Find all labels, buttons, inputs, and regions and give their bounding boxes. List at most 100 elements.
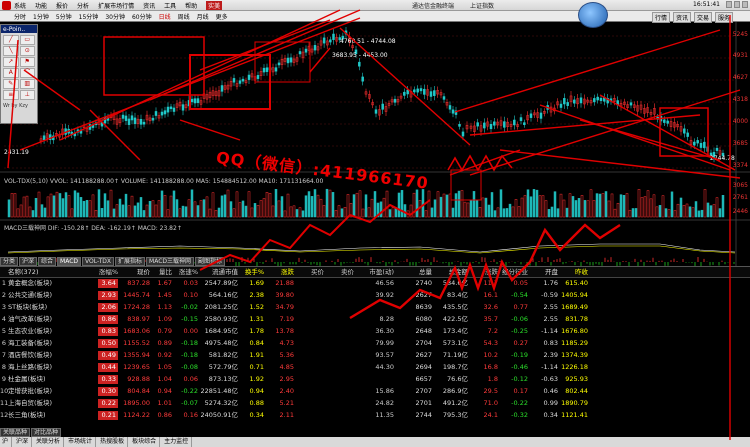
indicator-tab[interactable]: 沪深 — [19, 257, 38, 266]
menu-item[interactable]: 扩展市场行情 — [98, 1, 134, 10]
table-cell: 0.49 — [88, 350, 118, 362]
table-row[interactable]: 1 黄金概念(板块) 3.64 837.28 1.67 0.03 2547.89亿 1.69 2… — [0, 278, 750, 290]
menu-item[interactable]: 系统 — [14, 1, 26, 10]
palette-tool[interactable]: ✎ — [3, 79, 19, 89]
indicator-tab[interactable]: 扩展指标 — [115, 257, 146, 266]
volume-bar — [211, 192, 215, 218]
kline-chart[interactable]: 5245 4931 4627 4318 4000 3685 3374 3065 2761 2446… — [0, 22, 750, 270]
volume-bar — [418, 200, 422, 218]
period-button[interactable]: 5分钟 — [56, 12, 72, 21]
table-row[interactable]: 5 生态农业(板块) 0.83 1683.06 0.79 0.00 1684.95亿 1.78… — [0, 326, 750, 338]
column-header[interactable]: 涨幅% — [88, 267, 118, 277]
column-header[interactable]: 换手% — [238, 267, 264, 277]
palette-tool[interactable]: A — [3, 68, 19, 78]
table-cell: 1.31 — [238, 314, 264, 326]
status-item[interactable]: 热搜股板 — [100, 437, 129, 447]
table-cell: 6657 — [394, 374, 432, 386]
menu-item[interactable]: 工具 — [164, 1, 176, 10]
period-button[interactable]: 分时 — [14, 12, 26, 21]
candle-body — [413, 89, 416, 93]
column-header[interactable]: 总金额 — [432, 267, 469, 277]
column-header[interactable]: 涨跌 — [468, 267, 498, 277]
column-header[interactable]: 名称(372) — [8, 267, 88, 277]
column-header[interactable]: 细分行业 — [498, 267, 528, 277]
palette-tool[interactable]: ╱ — [3, 35, 19, 45]
column-header[interactable]: 涨速% — [172, 267, 198, 277]
status-item[interactable]: 关联分析 — [36, 437, 65, 447]
indicator-tab[interactable]: 分类 — [0, 257, 19, 266]
cell-value: 2694 — [415, 363, 432, 371]
palette-tool[interactable]: ⊙ — [19, 46, 35, 56]
column-header[interactable]: 涨跌 — [264, 267, 294, 277]
column-header[interactable]: 昨收 — [558, 267, 588, 277]
period-button[interactable]: 30分钟 — [105, 12, 125, 21]
period-button[interactable]: 日线 — [159, 12, 171, 21]
column-header[interactable]: 市盈(动) — [354, 267, 394, 277]
table-row[interactable]: 2 公共交通(板块) 2.93 1445.74 1.45 0.10 564.16亿 2.38 3… — [0, 290, 750, 302]
period-button[interactable]: 月线 — [197, 12, 209, 21]
price-note-2: 4760.51 - 4744.08 — [340, 38, 396, 45]
status-item[interactable]: 沪 — [2, 437, 13, 447]
table-row[interactable]: 12 长三角(板块) 0.21 1124.22 0.86 0.16 24050.91亿 0.3… — [0, 410, 750, 422]
palette-tool[interactable]: ▥ — [19, 79, 35, 89]
table-row[interactable]: 10 定增获批(板块) 0.30 804.84 0.94 -0.22 22851.48亿 0.… — [0, 386, 750, 398]
minimize-icon[interactable] — [726, 1, 732, 8]
column-header[interactable]: 量比 — [150, 267, 172, 277]
menu-item[interactable]: 功能 — [35, 1, 47, 10]
period-button[interactable]: 更多 — [216, 12, 228, 21]
bottom-tab[interactable]: 对比品种 — [31, 428, 62, 437]
candle-body — [429, 91, 433, 97]
column-header[interactable]: 流通市值 — [198, 267, 238, 277]
palette-tool[interactable]: ⌒ — [19, 68, 35, 78]
menu-item[interactable]: 报价 — [56, 1, 68, 10]
menu-item[interactable]: 帮助 — [185, 1, 197, 10]
column-header[interactable]: 总量 — [394, 267, 432, 277]
period-button[interactable]: 60分钟 — [132, 12, 152, 21]
table-row[interactable]: 9 杜金属(板块) 0.33 928.88 1.04 0.06 873.13亿 1.92 2.9… — [0, 374, 750, 386]
column-header[interactable]: 现价 — [118, 267, 150, 277]
palette-tool[interactable]: ≡ — [3, 90, 19, 100]
table-row[interactable]: 4 油气改革(板块) 0.86 838.97 1.09 -0.15 2580.93亿 1.31… — [0, 314, 750, 326]
period-button[interactable]: 周线 — [178, 12, 190, 21]
volume-bar — [667, 209, 671, 218]
table-row[interactable]: 11 上海自贸(板块) 0.22 1895.00 1.01 -0.07 5274.32亿 0.… — [0, 398, 750, 410]
palette-tool[interactable]: ▭ — [19, 35, 35, 45]
column-header[interactable]: 开盘 — [528, 267, 558, 277]
palette-tool[interactable]: ⚑ — [19, 57, 35, 67]
close-icon[interactable] — [742, 1, 748, 8]
maximize-icon[interactable] — [734, 1, 740, 8]
indicator-tab[interactable]: 副图指标 — [195, 257, 226, 266]
palette-tool[interactable]: ↗ — [3, 57, 19, 67]
palette-tool[interactable]: ⊥ — [19, 90, 35, 100]
indicator-tab[interactable]: MACD三载神网 — [146, 257, 195, 266]
column-header[interactable]: 卖价 — [324, 267, 354, 277]
candle-body — [247, 74, 251, 80]
table-cell: 1724.28 — [118, 302, 150, 314]
table-row[interactable]: 8 海上丝路(板块) 0.44 1239.65 1.05 -0.08 572.79亿 0.71… — [0, 362, 750, 374]
table-cell: 1.04 — [150, 374, 172, 386]
table-row[interactable]: 6 海工装备(板块) 0.50 1155.52 0.89 -0.18 4975.48亿 0.8… — [0, 338, 750, 350]
volume-bar — [448, 193, 452, 218]
volume-bar — [478, 207, 482, 218]
table-row[interactable]: 7 酒店餐饮(板块) 0.49 1355.94 0.92 -0.18 581.82亿 1.91… — [0, 350, 750, 362]
table-row[interactable]: 3 ST板块(板块) 2.06 1724.28 1.13 -0.02 2081.25亿 1.5… — [0, 302, 750, 314]
period-button[interactable]: 1分钟 — [33, 12, 49, 21]
period-button[interactable]: 15分钟 — [79, 12, 99, 21]
cell-value: 1155.52 — [123, 339, 150, 347]
status-item[interactable]: 主力监控 — [164, 437, 193, 447]
status-item[interactable]: 沪深 — [16, 437, 33, 447]
indicator-tab[interactable]: 综合 — [38, 257, 57, 266]
menu-highlight[interactable]: 实美 — [206, 1, 223, 10]
bottom-tab[interactable]: 关联品种 — [0, 428, 31, 437]
column-header[interactable]: 买价 — [294, 267, 324, 277]
indicator-tab[interactable]: VOL-TDX — [82, 257, 115, 266]
table-cell: 0.21 — [88, 410, 118, 422]
menu-item[interactable]: 分析 — [77, 1, 89, 10]
cell-value: 572.79亿 — [208, 363, 238, 371]
indicator-tab[interactable]: MACD — [57, 257, 82, 266]
column-header[interactable] — [0, 267, 6, 277]
status-item[interactable]: 市场统计 — [68, 437, 97, 447]
menu-item[interactable]: 资讯 — [143, 1, 155, 10]
palette-tool[interactable]: ╲ — [3, 46, 19, 56]
status-item[interactable]: 板块综合 — [132, 437, 161, 447]
